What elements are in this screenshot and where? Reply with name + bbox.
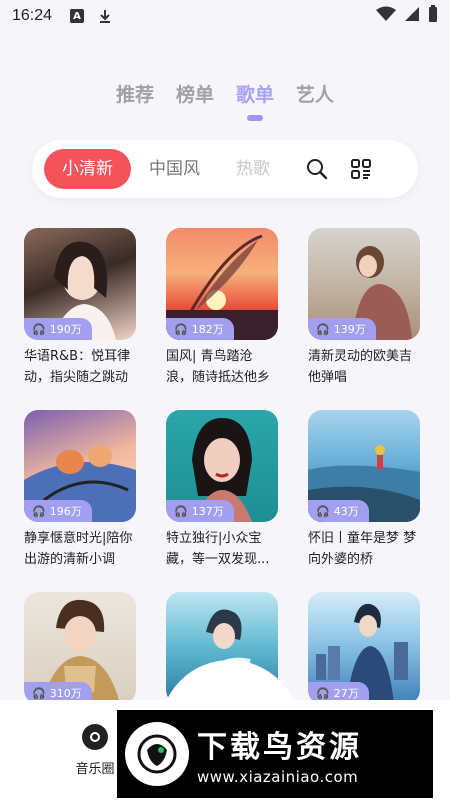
play-count-badge: 🎧 182万 — [166, 318, 234, 340]
watermark-logo — [125, 722, 189, 786]
playlist-card[interactable]: 🎧 196万 静享惬意时光|陪你出游的清新小调 — [24, 410, 136, 570]
play-count: 310万 — [49, 687, 82, 700]
status-bar: 16:24 A — [0, 0, 450, 32]
playlist-card[interactable]: 🎧 182万 国风| 青鸟踏沧浪，随诗抵达他乡 — [166, 228, 278, 388]
signal-icon — [404, 6, 420, 26]
tab-playlists[interactable]: 歌单 — [236, 80, 274, 121]
playlist-card[interactable]: 🎧 27万 — [308, 592, 420, 704]
playlist-cover: 🎧 139万 — [308, 228, 420, 340]
playlist-title: 特立独行|小众宝藏，等一双发现... — [166, 531, 270, 567]
play-count: 196万 — [49, 505, 82, 518]
play-count: 190万 — [49, 323, 82, 336]
playlist-title: 华语R&B：悦耳律动，指尖随之跳动 — [24, 349, 131, 385]
battery-icon — [428, 5, 438, 27]
watermark-banner: 下载鸟资源 www.xiazainiao.com — [117, 710, 433, 798]
headphones-icon: 🎧 — [316, 504, 330, 518]
playlist-cover: 🎧 27万 — [308, 592, 420, 704]
playlist-card[interactable]: 🎧 43万 怀旧丨童年是梦 梦向外婆的桥 — [308, 410, 420, 570]
playlist-card[interactable]: 🎧 310万 — [24, 592, 136, 704]
play-count-badge: 🎧 137万 — [166, 500, 234, 522]
wifi-icon — [376, 6, 396, 26]
app-notification-icon: A — [70, 9, 85, 23]
play-count: 27万 — [333, 687, 359, 700]
watermark-brand: 下载鸟资源 — [197, 730, 362, 765]
watermark-url: www.xiazainiao.com — [197, 768, 359, 786]
play-count: 43万 — [333, 505, 359, 518]
play-count: 137万 — [191, 505, 224, 518]
playlist-title: 怀旧丨童年是梦 梦向外婆的桥 — [308, 531, 417, 567]
playlist-cover: 🎧 190万 — [24, 228, 136, 340]
headphones-icon: 🎧 — [32, 686, 46, 700]
headphones-icon: 🎧 — [32, 504, 46, 518]
nav-label: 音乐圈 — [75, 762, 115, 777]
filter-bar: 小清新 中国风 热歌 — [32, 140, 418, 198]
chip-hot-songs[interactable]: 热歌 — [218, 149, 288, 189]
headphones-icon: 🎧 — [316, 322, 330, 336]
music-disc-icon — [82, 724, 108, 750]
play-count-badge: 🎧 139万 — [308, 318, 376, 340]
chip-chinese-style[interactable]: 中国风 — [131, 149, 218, 189]
tab-artists[interactable]: 艺人 — [296, 80, 334, 121]
playlist-card[interactable]: 🎧 190万 华语R&B：悦耳律动，指尖随之跳动 — [24, 228, 136, 388]
nav-item-music-circle[interactable]: 音乐圈 — [70, 724, 120, 777]
tab-charts[interactable]: 榜单 — [176, 80, 214, 121]
playlist-grid: 🎧 190万 华语R&B：悦耳律动，指尖随之跳动 🎧 182万 国风| 青鸟踏沧浪，… — [24, 228, 434, 704]
download-icon — [98, 9, 112, 23]
tab-recommend[interactable]: 推荐 — [116, 80, 154, 121]
playlist-card[interactable]: 🎧 139万 清新灵动的欧美吉他弹唱 — [308, 228, 420, 388]
playlist-card[interactable]: 🎧 137万 特立独行|小众宝藏，等一双发现... — [166, 410, 278, 570]
headphones-icon: 🎧 — [32, 322, 46, 336]
chip-fresh[interactable]: 小清新 — [44, 149, 131, 189]
grid-icon[interactable] — [346, 154, 376, 184]
play-count-badge: 🎧 196万 — [24, 500, 92, 522]
playlist-title: 静享惬意时光|陪你出游的清新小调 — [24, 531, 133, 567]
playlist-title: 国风| 青鸟踏沧浪，随诗抵达他乡 — [166, 349, 271, 385]
playlist-cover: 🎧 310万 — [24, 592, 136, 704]
play-count: 139万 — [333, 323, 366, 336]
headphones-icon: 🎧 — [316, 686, 330, 700]
top-tabs: 推荐 榜单 歌单 艺人 — [0, 80, 450, 121]
headphones-icon: 🎧 — [174, 322, 188, 336]
playlist-cover: 🎧 182万 — [166, 228, 278, 340]
headphones-icon: 🎧 — [174, 504, 188, 518]
watermark-text: 下载鸟资源 www.xiazainiao.com — [197, 722, 362, 786]
playlist-cover: 🎧 137万 — [166, 410, 278, 522]
playlist-title: 清新灵动的欧美吉他弹唱 — [308, 349, 413, 385]
play-count: 182万 — [191, 323, 224, 336]
status-time: 16:24 — [12, 7, 53, 24]
search-icon[interactable] — [302, 154, 332, 184]
play-count-badge: 🎧 190万 — [24, 318, 92, 340]
playlist-cover: 🎧 196万 — [24, 410, 136, 522]
playlist-cover: 🎧 43万 — [308, 410, 420, 522]
play-count-badge: 🎧 43万 — [308, 500, 369, 522]
